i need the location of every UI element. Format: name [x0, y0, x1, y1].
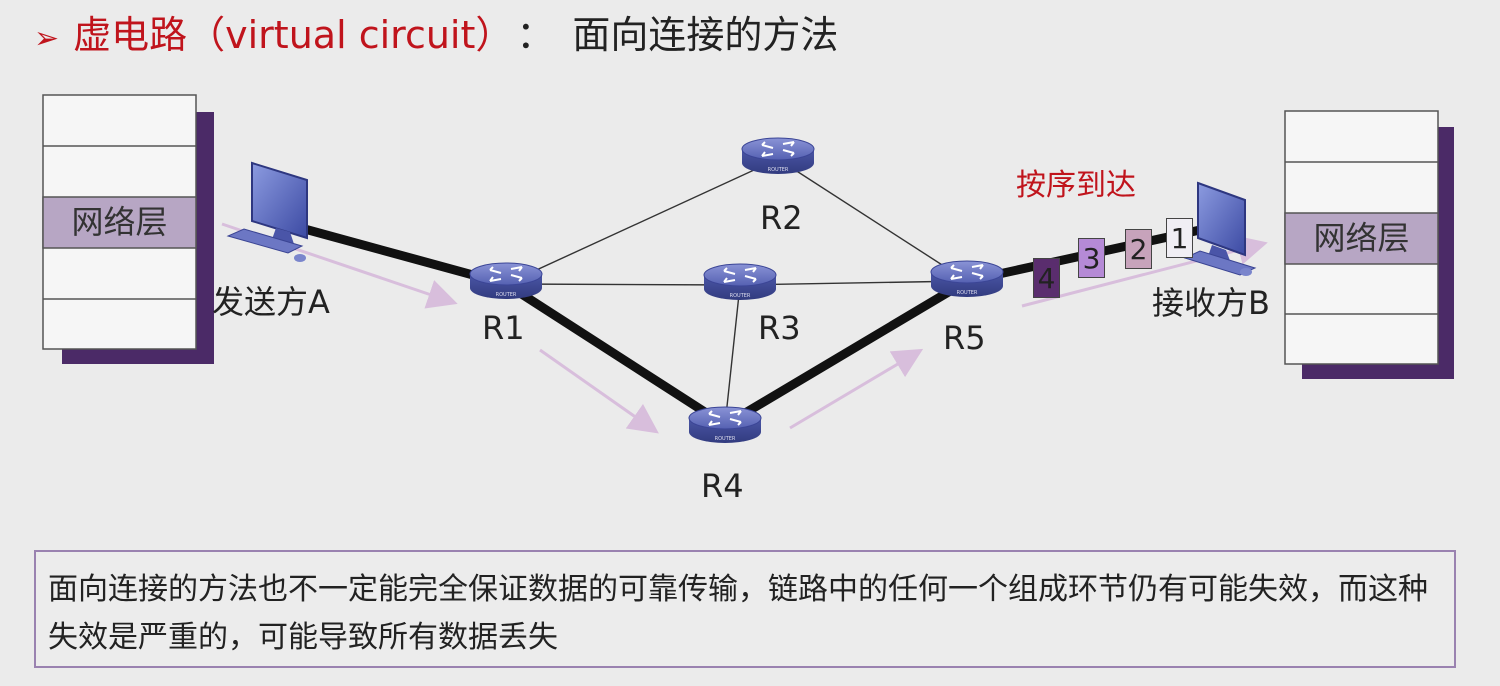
router-r5-label: R5 [943, 319, 986, 357]
receiver-network-layer-label: 网络层 [1313, 219, 1410, 257]
router-r3-label: R3 [758, 309, 801, 347]
router-r2-icon [741, 137, 815, 175]
packet-2: 2 [1125, 229, 1152, 269]
in-order-arrival-label: 按序到达 [1016, 168, 1136, 203]
router-r4-label: R4 [701, 467, 744, 505]
packet-4: 4 [1033, 258, 1060, 298]
virtual-circuit-path [285, 220, 1205, 431]
sender-computer-icon [226, 161, 308, 262]
packet-1: 1 [1166, 218, 1193, 258]
note-text: 面向连接的方法也不一定能完全保证数据的可靠传输，链路中的任何一个组成环节仍有可能… [48, 572, 1428, 655]
router-r2-label: R2 [760, 199, 803, 237]
receiver-label: 接收方B [1152, 284, 1270, 322]
router-r1-label: R1 [482, 309, 525, 347]
sender-network-layer-label: 网络层 [71, 203, 168, 241]
router-r4-icon [688, 406, 762, 444]
router-r3-icon [703, 263, 777, 301]
note-box: 面向连接的方法也不一定能完全保证数据的可靠传输，链路中的任何一个组成环节仍有可能… [34, 550, 1456, 668]
router-r1-icon [469, 262, 543, 300]
sender-label: 发送方A [212, 283, 330, 321]
packet-3: 3 [1078, 238, 1105, 278]
router-r5-icon [930, 260, 1004, 298]
